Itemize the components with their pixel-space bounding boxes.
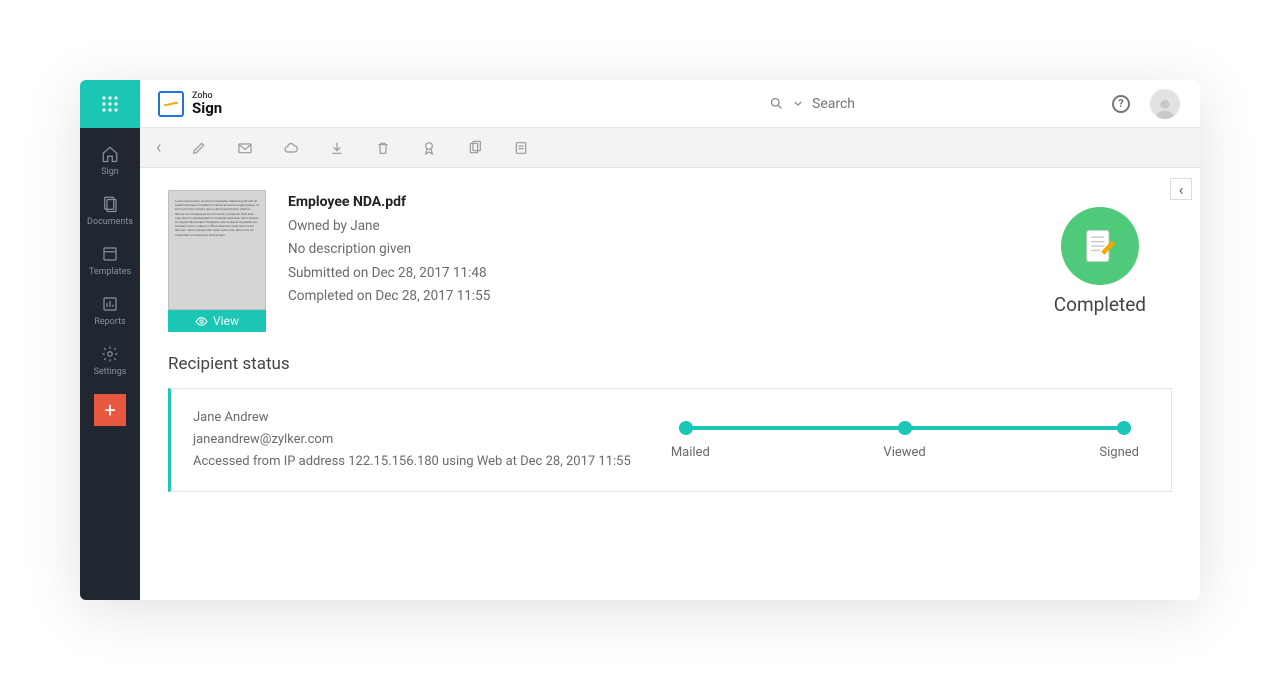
eye-icon xyxy=(195,315,208,328)
cloud-button[interactable] xyxy=(283,140,299,156)
topbar: Zoho Sign ? xyxy=(80,80,1200,128)
back-button[interactable]: ‹ xyxy=(156,137,161,158)
pencil-icon xyxy=(191,140,207,156)
sidebar-item-label: Settings xyxy=(94,367,127,377)
user-avatar[interactable] xyxy=(1150,89,1180,119)
copy-icon xyxy=(467,140,483,156)
progress-dot-viewed xyxy=(898,421,912,435)
mail-icon xyxy=(237,140,253,156)
copy-button[interactable] xyxy=(467,140,483,156)
export-button[interactable] xyxy=(513,140,529,156)
app-frame: Zoho Sign ? Sign Documents xyxy=(80,80,1200,600)
home-icon xyxy=(101,145,119,163)
search-icon[interactable] xyxy=(769,96,784,111)
progress-tracker: Mailed Viewed Signed xyxy=(671,421,1149,460)
recipient-card: Jane Andrew janeandrew@zylker.com Access… xyxy=(168,388,1172,492)
sidebar-item-documents[interactable]: Documents xyxy=(80,186,140,236)
thumbnail-preview: Lorem ipsum dolor sit amet consectetur a… xyxy=(168,190,266,310)
sidebar-item-sign[interactable]: Sign xyxy=(80,136,140,186)
progress-dot-signed xyxy=(1117,421,1131,435)
apps-grid-icon xyxy=(101,95,119,113)
user-icon xyxy=(1154,97,1176,119)
content: ‹ ‹ Lorem ipsum dolor sit amet consectet… xyxy=(140,128,1200,600)
add-button[interactable]: + xyxy=(94,394,126,426)
collapse-toggle[interactable]: ‹ xyxy=(1170,178,1192,200)
search-input[interactable] xyxy=(812,96,1092,112)
sidebar-item-reports[interactable]: Reports xyxy=(80,286,140,336)
logo-icon xyxy=(158,91,184,117)
recipient-email: janeandrew@zylker.com xyxy=(193,429,631,451)
action-toolbar: ‹ xyxy=(140,128,1200,168)
documents-icon xyxy=(101,195,119,213)
logo-text: Zoho Sign xyxy=(192,92,222,116)
document-section: ‹ Lorem ipsum dolor sit amet consectetur… xyxy=(140,168,1200,354)
stage-signed: Signed xyxy=(1099,445,1139,460)
download-icon xyxy=(329,140,345,156)
document-owner: Owned by Jane xyxy=(288,215,1032,239)
delete-button[interactable] xyxy=(375,140,391,156)
completed-badge xyxy=(1061,207,1139,285)
view-label: View xyxy=(213,314,239,328)
status-text: Completed xyxy=(1054,293,1146,316)
cloud-icon xyxy=(283,140,299,156)
recipient-section: Recipient status Jane Andrew janeandrew@… xyxy=(140,354,1200,512)
download-button[interactable] xyxy=(329,140,345,156)
email-button[interactable] xyxy=(237,140,253,156)
sidebar-item-templates[interactable]: Templates xyxy=(80,236,140,286)
document-description: No description given xyxy=(288,238,1032,262)
app-switcher-button[interactable] xyxy=(80,80,140,128)
help-button[interactable]: ? xyxy=(1112,95,1130,113)
sidebar-item-label: Sign xyxy=(101,167,119,177)
stage-mailed: Mailed xyxy=(671,445,710,460)
top-actions: ? xyxy=(1112,89,1200,119)
document-submitted: Submitted on Dec 28, 2017 11:48 xyxy=(288,262,1032,286)
edit-button[interactable] xyxy=(191,140,207,156)
sidebar-item-settings[interactable]: Settings xyxy=(80,336,140,386)
chevron-down-icon[interactable] xyxy=(794,101,802,106)
main-area: Sign Documents Templates Reports Setting… xyxy=(80,128,1200,600)
templates-icon xyxy=(101,245,119,263)
document-completed: Completed on Dec 28, 2017 11:55 xyxy=(288,285,1032,309)
gear-icon xyxy=(101,345,119,363)
sidebar: Sign Documents Templates Reports Setting… xyxy=(80,128,140,600)
recipient-access: Accessed from IP address 122.15.156.180 … xyxy=(193,451,631,473)
status-panel: Completed xyxy=(1054,190,1172,332)
document-thumbnail: Lorem ipsum dolor sit amet consectetur a… xyxy=(168,190,266,332)
recipient-heading: Recipient status xyxy=(168,354,1172,374)
certificate-button[interactable] xyxy=(421,140,437,156)
plus-icon: + xyxy=(104,398,115,422)
reports-icon xyxy=(101,295,119,313)
recipient-info: Jane Andrew janeandrew@zylker.com Access… xyxy=(193,407,631,473)
trash-icon xyxy=(375,140,391,156)
sidebar-item-label: Templates xyxy=(89,267,131,277)
view-button[interactable]: View xyxy=(168,310,266,332)
stage-viewed: Viewed xyxy=(883,445,925,460)
award-icon xyxy=(421,140,437,156)
recipient-name: Jane Andrew xyxy=(193,407,631,429)
document-meta: Employee NDA.pdf Owned by Jane No descri… xyxy=(288,190,1032,332)
search-area xyxy=(769,96,1092,112)
product-name: Sign xyxy=(192,101,222,116)
sidebar-item-label: Reports xyxy=(94,317,125,327)
logo[interactable]: Zoho Sign xyxy=(140,91,222,117)
sidebar-item-label: Documents xyxy=(87,217,133,227)
document-title: Employee NDA.pdf xyxy=(288,190,1032,215)
document-signed-icon xyxy=(1078,224,1122,268)
file-icon xyxy=(513,140,529,156)
progress-dot-mailed xyxy=(679,421,693,435)
